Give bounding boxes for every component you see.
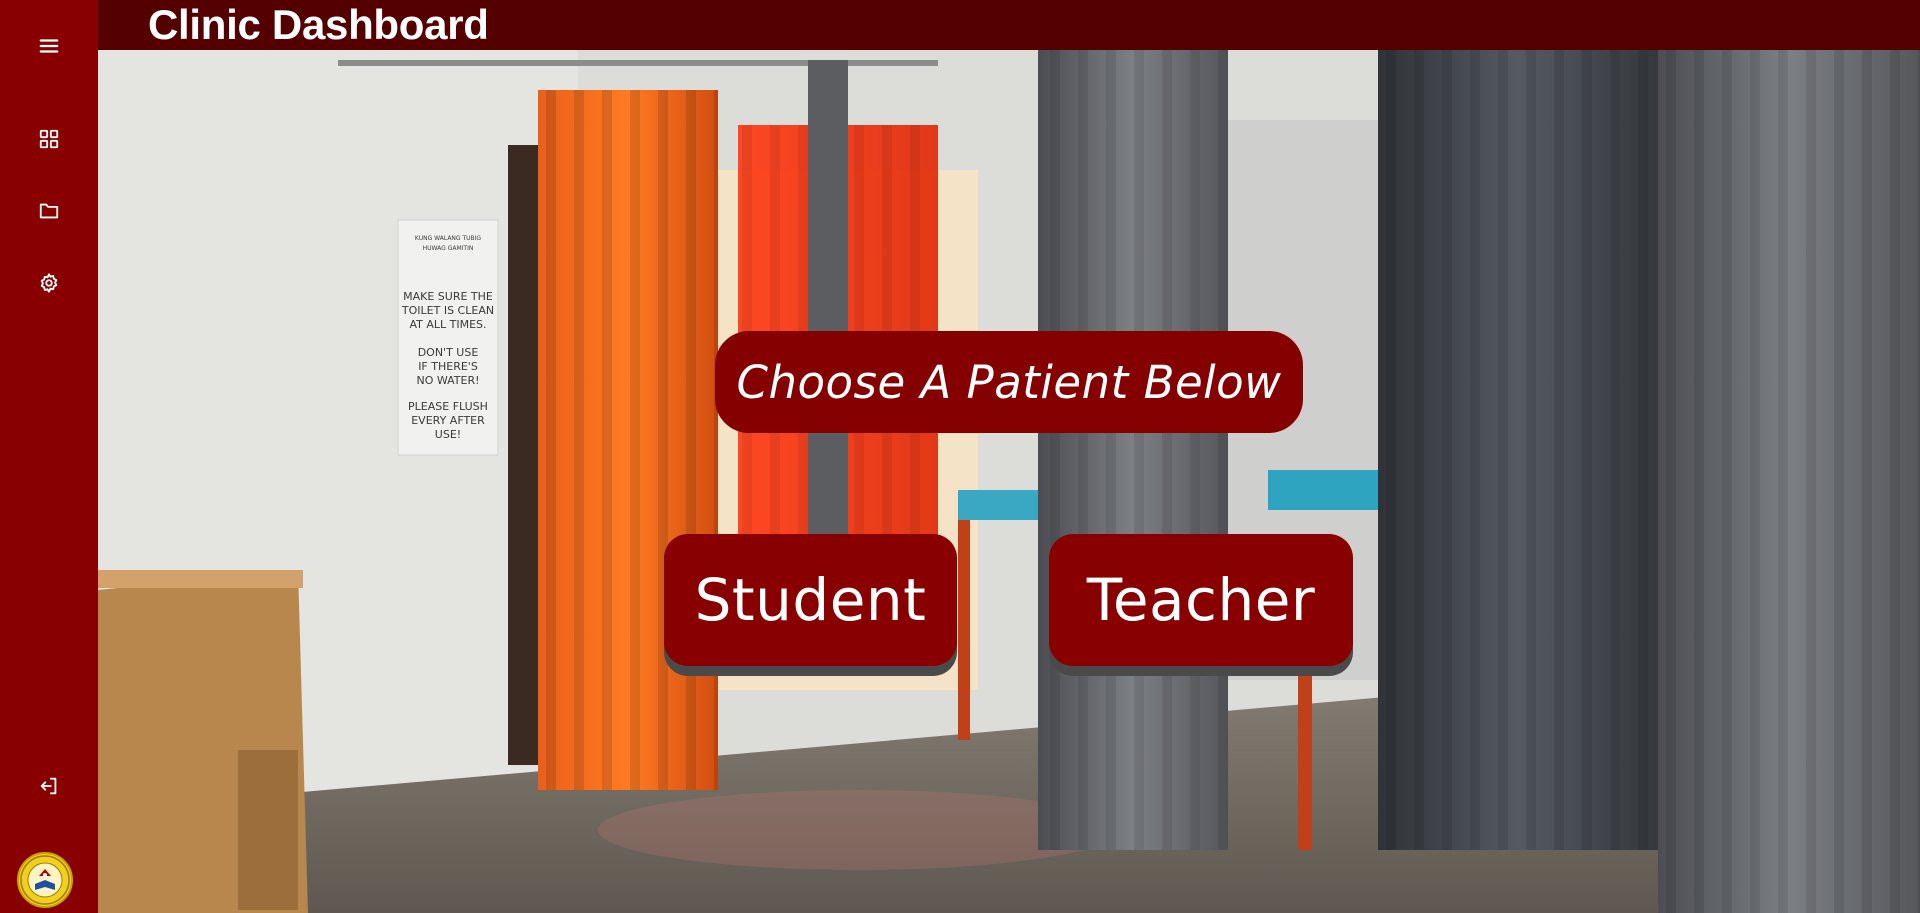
logout-icon[interactable] xyxy=(34,771,64,801)
svg-text:DON'T USE: DON'T USE xyxy=(418,346,479,359)
svg-text:KUNG WALANG TUBIG: KUNG WALANG TUBIG xyxy=(415,235,481,242)
clinic-room-background: KUNG WALANG TUBIG HUWAG GAMITIN MAKE SUR… xyxy=(98,50,1920,913)
page-title: Clinic Dashboard xyxy=(148,1,489,48)
hamburger-menu-icon[interactable] xyxy=(34,31,64,61)
school-seal-icon xyxy=(17,852,73,908)
svg-text:USE!: USE! xyxy=(435,428,461,441)
dashboard-grid-icon[interactable] xyxy=(34,124,64,154)
svg-text:MAKE SURE THE: MAKE SURE THE xyxy=(403,290,493,303)
svg-text:TOILET IS CLEAN: TOILET IS CLEAN xyxy=(401,304,494,317)
svg-text:HUWAG GAMITIN: HUWAG GAMITIN xyxy=(423,245,474,252)
prompt-text: Choose A Patient Below xyxy=(736,355,1282,409)
student-button-label: Student xyxy=(694,566,927,634)
patient-prompt: Choose A Patient Below xyxy=(715,331,1303,433)
top-bar: Clinic Dashboard xyxy=(98,0,1920,50)
student-button[interactable]: Student xyxy=(664,534,957,666)
folder-icon[interactable] xyxy=(34,196,64,226)
svg-text:IF THERE'S: IF THERE'S xyxy=(418,360,478,373)
svg-text:NO WATER!: NO WATER! xyxy=(416,374,479,387)
gear-icon[interactable] xyxy=(34,268,64,298)
teacher-button[interactable]: Teacher xyxy=(1049,534,1353,666)
sidebar xyxy=(0,0,98,913)
teacher-button-label: Teacher xyxy=(1086,566,1316,634)
svg-text:AT ALL TIMES.: AT ALL TIMES. xyxy=(409,318,486,331)
svg-text:EVERY AFTER: EVERY AFTER xyxy=(411,414,485,427)
svg-text:PLEASE FLUSH: PLEASE FLUSH xyxy=(408,400,488,413)
